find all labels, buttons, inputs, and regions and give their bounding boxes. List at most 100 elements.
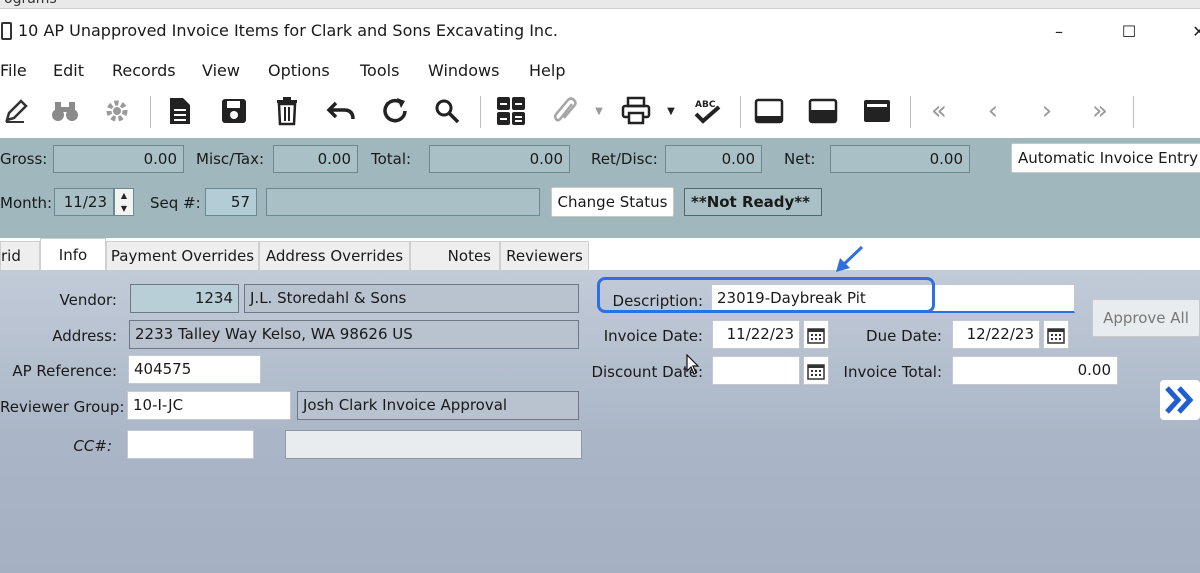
previous-record-icon[interactable]: ‹ — [976, 94, 1010, 128]
minimize-button[interactable]: – — [1030, 9, 1088, 54]
menu-file[interactable]: File — [0, 61, 27, 80]
description-highlight-box — [597, 277, 935, 313]
info-panel: Vendor: 1234 J.L. Storedahl & Sons Addre… — [0, 270, 1200, 573]
reviewer-group-field[interactable]: 10-I-JC — [127, 391, 291, 420]
tab-grid[interactable]: rid — [0, 241, 40, 270]
save-icon[interactable] — [217, 94, 251, 128]
approve-all-button[interactable]: Approve All — [1092, 299, 1200, 337]
menu-bar: File Edit Records View Options Tools Win… — [0, 54, 1200, 86]
toolbar-separator — [1133, 96, 1134, 128]
annotation-arrow-icon — [836, 245, 864, 272]
edit-icon[interactable] — [0, 94, 34, 128]
menu-windows[interactable]: Windows — [428, 61, 499, 80]
seq-description — [266, 188, 540, 216]
print-icon[interactable] — [619, 94, 653, 128]
binoculars-icon[interactable] — [48, 94, 82, 128]
total-label: Total: — [371, 150, 412, 168]
invoice-date-field[interactable]: 11/22/23 — [712, 320, 800, 349]
undo-icon[interactable] — [324, 94, 358, 128]
window-title: 10 AP Unapproved Invoice Items for Clark… — [18, 21, 558, 40]
attachment-dropdown-arrow-icon[interactable]: ▼ — [588, 94, 610, 128]
menu-help[interactable]: Help — [529, 61, 565, 80]
invoice-date-label: Invoice Date: — [603, 327, 703, 345]
cc-description — [285, 430, 582, 459]
new-document-icon[interactable] — [163, 94, 197, 128]
settings-gear-icon[interactable] — [100, 94, 134, 128]
calculator-icon[interactable] — [494, 94, 528, 128]
reviewer-group-label: Reviewer Group: — [0, 398, 125, 416]
toolbar-separator — [480, 96, 481, 128]
gross-label: Gross: — [0, 150, 48, 168]
vendor-id-field[interactable]: 1234 — [130, 284, 239, 313]
gross-value: 0.00 — [53, 145, 184, 173]
ap-reference-field[interactable]: 404575 — [128, 355, 261, 384]
spellcheck-icon[interactable]: ABC — [690, 94, 724, 128]
layout-top-icon[interactable] — [752, 94, 786, 128]
discount-date-calendar-icon[interactable] — [803, 356, 829, 385]
print-dropdown-arrow-icon[interactable]: ▼ — [660, 94, 682, 128]
background-window-text: ograms — [4, 0, 57, 7]
cc-field[interactable] — [127, 430, 254, 459]
last-record-icon[interactable]: » — [1083, 94, 1117, 128]
total-value: 0.00 — [429, 145, 570, 173]
attachment-paperclip-icon[interactable] — [548, 94, 582, 128]
refresh-icon[interactable] — [378, 94, 412, 128]
toolbar-separator — [910, 96, 911, 128]
menu-records[interactable]: Records — [112, 61, 176, 80]
delete-trash-icon[interactable] — [270, 94, 304, 128]
misc-tax-value: 0.00 — [273, 145, 358, 173]
mouse-cursor-icon — [686, 354, 700, 375]
invoice-total-label: Invoice Total: — [843, 363, 942, 381]
background-window-strip: ograms — [0, 0, 1200, 9]
discount-date-field[interactable] — [712, 356, 800, 385]
month-spinner[interactable]: ▲ ▼ — [114, 188, 134, 216]
app-icon — [1, 22, 12, 40]
menu-view[interactable]: View — [202, 61, 240, 80]
toolbar-separator — [740, 96, 741, 128]
ret-disc-label: Ret/Disc: — [591, 150, 658, 168]
toolbar: ▼ ▼ ABC « ‹ › » — [0, 86, 1200, 138]
vendor-label: Vendor: — [59, 291, 118, 309]
tab-reviewers[interactable]: Reviewers — [500, 241, 589, 270]
menu-tools[interactable]: Tools — [360, 61, 399, 80]
seq-value[interactable]: 57 — [205, 188, 257, 216]
layout-bottom-icon[interactable] — [860, 94, 894, 128]
tab-notes[interactable]: Notes — [410, 241, 500, 270]
toolbar-separator — [150, 96, 151, 128]
invoice-header-panel: Gross: 0.00 Misc/Tax: 0.00 Total: 0.00 R… — [0, 138, 1200, 238]
menu-edit[interactable]: Edit — [53, 61, 84, 80]
ap-reference-label: AP Reference: — [12, 362, 117, 380]
menu-options[interactable]: Options — [268, 61, 330, 80]
maximize-button[interactable]: ☐ — [1100, 9, 1158, 54]
tab-info[interactable]: Info — [40, 238, 106, 270]
due-date-calendar-icon[interactable] — [1043, 320, 1069, 349]
expand-panel-arrow-icon[interactable] — [1160, 380, 1200, 420]
tab-address-overrides[interactable]: Address Overrides — [259, 241, 410, 270]
svg-text:ABC: ABC — [695, 100, 716, 110]
next-record-icon[interactable]: › — [1030, 94, 1064, 128]
seq-label: Seq #: — [150, 194, 201, 212]
invoice-total-field[interactable]: 0.00 — [952, 356, 1118, 385]
due-date-label: Due Date: — [866, 327, 942, 345]
layout-middle-icon[interactable] — [806, 94, 840, 128]
misc-tax-label: Misc/Tax: — [196, 150, 265, 168]
address-label: Address: — [52, 327, 117, 345]
tab-payment-overrides[interactable]: Payment Overrides — [106, 241, 259, 270]
status-value: **Not Ready** — [684, 188, 822, 216]
automatic-invoice-entry-button[interactable]: Automatic Invoice Entry — [1011, 143, 1200, 173]
invoice-date-calendar-icon[interactable] — [803, 320, 829, 349]
address-field: 2233 Talley Way Kelso, WA 98626 US — [129, 320, 579, 349]
net-label: Net: — [784, 150, 816, 168]
due-date-field[interactable]: 12/22/23 — [952, 320, 1040, 349]
close-button[interactable]: ✕ — [1170, 9, 1200, 54]
ret-disc-value: 0.00 — [665, 145, 762, 173]
cc-label: CC#: — [73, 437, 112, 455]
tab-strip: rid Info Payment Overrides Address Overr… — [0, 238, 1200, 270]
month-label: Month: — [0, 194, 53, 212]
search-icon[interactable] — [430, 94, 464, 128]
first-record-icon[interactable]: « — [922, 94, 956, 128]
title-bar: 10 AP Unapproved Invoice Items for Clark… — [0, 9, 1200, 54]
change-status-button[interactable]: Change Status — [551, 187, 674, 217]
vendor-name-field: J.L. Storedahl & Sons — [244, 284, 579, 313]
discount-date-label: Discount Date: — [591, 363, 703, 381]
